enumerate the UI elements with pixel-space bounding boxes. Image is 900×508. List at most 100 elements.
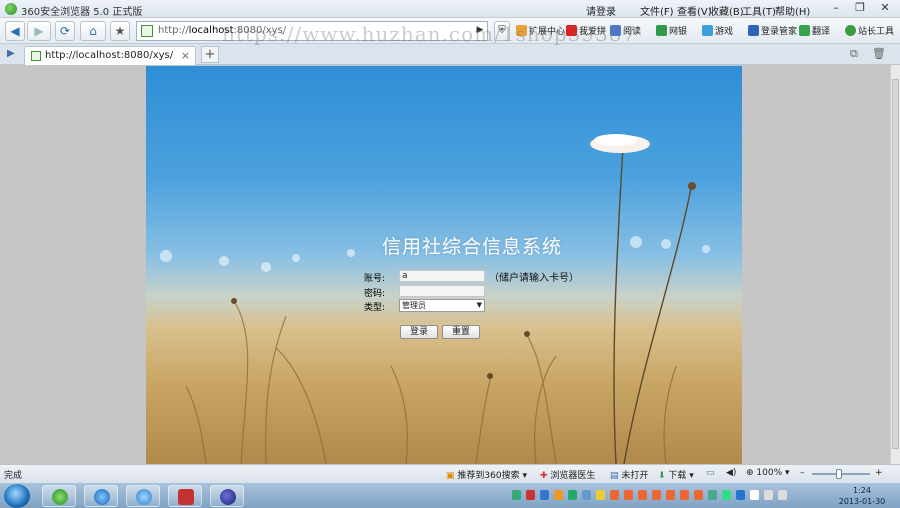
toolbar-games[interactable]: 游戏	[702, 24, 733, 37]
home-icon: ⌂	[89, 24, 97, 38]
status-download[interactable]: ⬇ 下载 ▾	[658, 468, 694, 481]
qq-icon-1[interactable]	[610, 490, 619, 500]
tab-title: http://localhost:8080/xys/	[45, 50, 174, 61]
sidebar-toggle-icon[interactable]: ▶	[7, 48, 15, 59]
action-center-icon[interactable]	[750, 490, 759, 500]
volume-icon[interactable]: ◀)	[726, 468, 736, 478]
tray-icon-10[interactable]	[736, 490, 745, 500]
qq-icon-6[interactable]	[680, 490, 689, 500]
menu-tools[interactable]: 工具(T)	[742, 3, 776, 18]
reset-button[interactable]: 重置	[442, 325, 480, 339]
menu-help[interactable]: 帮助(H)	[775, 3, 810, 18]
taskbar-app-ie[interactable]	[84, 485, 118, 507]
status-recommend[interactable]: ▣ 推荐到360搜索 ▾	[446, 468, 527, 481]
tray-icon-5[interactable]	[568, 490, 577, 500]
system-title: 信用社综合信息系统	[382, 236, 563, 258]
home-button[interactable]: ⌂	[80, 21, 106, 41]
ie-icon	[94, 489, 110, 505]
dropdown-arrow-icon: ▼	[476, 301, 482, 309]
menu-file[interactable]: 文件(F)	[640, 3, 674, 18]
volume-tray-icon[interactable]	[778, 490, 787, 500]
scrollbar-thumb[interactable]	[892, 79, 899, 449]
tray-icon-3[interactable]	[540, 490, 549, 500]
start-button[interactable]	[4, 484, 30, 508]
tray-icon-1[interactable]	[512, 490, 521, 500]
eclipse-icon	[220, 489, 236, 505]
zoom-level[interactable]: ⊕ 100% ▾	[746, 468, 790, 478]
translate-icon	[799, 25, 810, 36]
login-button[interactable]: 登录	[400, 325, 438, 339]
tab-active[interactable]: http://localhost:8080/xys/ ×	[24, 46, 196, 65]
doctor-icon: ✚	[540, 471, 548, 481]
tray-icon-8[interactable]	[708, 490, 717, 500]
zoom-slider-thumb[interactable]	[836, 469, 842, 479]
system-tray	[512, 490, 797, 502]
bank-icon	[656, 25, 667, 36]
tab-page-icon	[31, 51, 41, 61]
new-tab-button[interactable]: +	[201, 46, 219, 63]
toolbar-webmaster[interactable]: 站长工具	[845, 24, 894, 37]
refresh-button[interactable]: ⟳	[55, 21, 75, 41]
zoom-in-icon[interactable]: +	[875, 468, 883, 478]
tray-icon-2[interactable]	[526, 490, 535, 500]
toolbar-bank[interactable]: 网银	[656, 24, 687, 37]
favorite-button[interactable]: ★	[110, 21, 130, 41]
browser-logo-icon	[5, 3, 17, 15]
taskbar-app-player[interactable]	[126, 485, 160, 507]
trash-icon[interactable]: 🗑	[872, 47, 886, 60]
tray-icon-4[interactable]	[554, 490, 563, 500]
forward-button[interactable]: ▶	[27, 21, 51, 41]
restore-tabs-icon[interactable]: ⧉	[850, 47, 858, 61]
qq-icon-3[interactable]	[638, 490, 647, 500]
toolbar-login-manager[interactable]: 登录管家	[748, 24, 797, 37]
clock-time: 1:24	[853, 486, 871, 495]
game-icon	[702, 25, 713, 36]
tray-icon-7[interactable]	[596, 490, 605, 500]
network-icon[interactable]	[764, 490, 773, 500]
status-doctor[interactable]: ✚ 浏览器医生	[540, 468, 595, 481]
account-input[interactable]: a	[399, 270, 485, 282]
page-icon	[141, 25, 153, 37]
type-selected-value: 管理员	[402, 301, 426, 310]
qq-icon-4[interactable]	[652, 490, 661, 500]
forward-arrow-icon: ▶	[34, 24, 44, 38]
zoom-icon: ⊕	[746, 468, 754, 478]
restore-icon[interactable]: ❐	[850, 1, 870, 16]
toolbar-translate[interactable]: 翻译	[799, 24, 830, 37]
tray-icon-6[interactable]	[582, 490, 591, 500]
taskbar-app-toolbox[interactable]	[168, 485, 202, 507]
status-unopened[interactable]: ▤ 未打开	[610, 468, 648, 481]
taskbar-app-eclipse[interactable]	[210, 485, 244, 507]
password-input[interactable]	[399, 285, 485, 297]
tray-icon-9[interactable]	[722, 490, 731, 500]
tab-close-icon[interactable]: ×	[181, 49, 190, 62]
windows-taskbar: 1:24 2013-01-30	[0, 482, 900, 508]
login-background: 信用社综合信息系统 账号: a （储户请输入卡号） 密码: 类型: 管理员 ▼ …	[146, 66, 742, 464]
back-button[interactable]: ◀	[5, 21, 25, 41]
close-icon[interactable]: ✕	[875, 1, 895, 16]
taskbar-app-360browser[interactable]	[42, 485, 76, 507]
type-select[interactable]: 管理员 ▼	[399, 299, 485, 312]
qq-icon-7[interactable]	[694, 490, 703, 500]
status-bar: 完成 ▣ 推荐到360搜索 ▾ ✚ 浏览器医生 ▤ 未打开 ⬇ 下载 ▾ ▭ ◀…	[0, 464, 900, 482]
vertical-scrollbar[interactable]	[890, 65, 900, 464]
type-label: 类型:	[364, 303, 386, 313]
zoom-out-icon[interactable]: –	[800, 468, 805, 478]
qq-icon-2[interactable]	[624, 490, 633, 500]
menu-favorites[interactable]: 收藏(B)	[709, 3, 744, 18]
star-icon: ★	[114, 24, 126, 38]
qq-icon-5[interactable]	[666, 490, 675, 500]
taskbar-clock[interactable]: 1:24 2013-01-30	[838, 485, 886, 507]
webmaster-icon	[845, 25, 856, 36]
clock-date: 2013-01-30	[838, 497, 886, 506]
browser-title: 360安全浏览器 5.0 正式版	[21, 7, 143, 18]
browser-title-bar: 360安全浏览器 5.0 正式版 请登录 文件(F) 查看(V) 收藏(B) 工…	[0, 0, 900, 18]
media-player-icon	[136, 489, 152, 505]
status-screen-icon[interactable]: ▭	[706, 468, 715, 478]
minimize-icon[interactable]: –	[826, 1, 846, 16]
key-icon	[748, 25, 759, 36]
refresh-icon: ⟳	[59, 24, 71, 38]
menu-login[interactable]: 请登录	[586, 3, 616, 18]
menu-view[interactable]: 查看(V)	[677, 3, 712, 18]
browser-360-icon	[52, 489, 68, 505]
